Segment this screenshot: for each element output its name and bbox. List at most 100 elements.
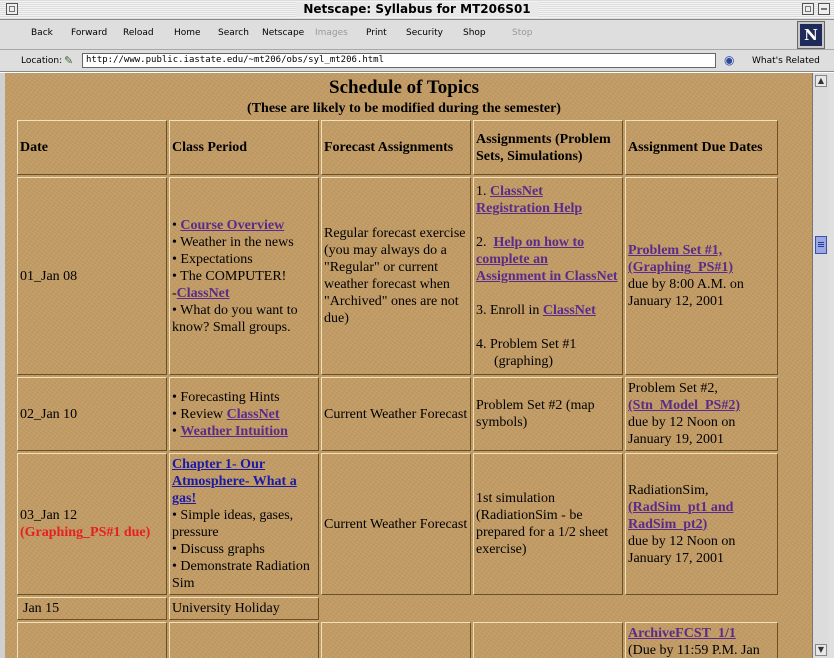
forward-button[interactable]: Forward	[71, 28, 107, 38]
row4-class-period: University Holiday	[169, 597, 319, 620]
reload-button[interactable]: Reload	[123, 28, 154, 38]
scroll-up-arrow-icon[interactable]: ▲	[815, 75, 827, 87]
row5-due: ArchiveFCST_1/1 (Due by 11:59 P.M. Jan 1…	[625, 622, 778, 658]
page-heading: Schedule of Topics	[329, 77, 479, 98]
search-button[interactable]: Search	[218, 28, 249, 38]
scroll-thumb[interactable]	[815, 236, 827, 254]
home-button[interactable]: Home	[174, 28, 201, 38]
window-title: Netscape: Syllabus for MT206S01	[295, 2, 539, 17]
row3-date: 03_Jan 12 (Graphing_PS#1 due)	[17, 453, 167, 595]
table-row: 01_Jan 08 • Course Overview • Weather in…	[17, 177, 778, 375]
row2-class-period: • Forecasting Hints • Review ClassNet • …	[169, 377, 319, 451]
row3-item-simple-ideas: Simple ideas, gases, pressure	[172, 508, 294, 540]
location-bar: Location: ✎ http://www.public.iastate.ed…	[0, 50, 834, 72]
row1-item-weather-news: Weather in the news	[180, 234, 294, 250]
row1-due: Problem Set #1, (Graphing_PS#1) due by 8…	[625, 177, 778, 375]
assignment-help-link[interactable]: Help on how to complete an Assignment in…	[476, 235, 618, 284]
netscape-button[interactable]: Netscape	[262, 28, 304, 38]
row1-item-expectations: Expectations	[180, 251, 253, 267]
row2-review: Review	[180, 406, 224, 422]
scroll-down-arrow-icon[interactable]: ▼	[815, 644, 827, 656]
row4-date: Jan 15	[17, 597, 167, 620]
close-box[interactable]	[6, 3, 18, 15]
row2-date: 02_Jan 10	[17, 377, 167, 451]
row2-assignments: Problem Set #2 (map symbols)	[473, 377, 623, 451]
chapter-1-link[interactable]: Chapter 1- Our Atmosphere- What a gas!	[172, 457, 297, 506]
zoom-box[interactable]	[802, 3, 814, 15]
classnet-registration-link[interactable]: ClassNet Registration Help	[476, 184, 582, 216]
row2-due: Problem Set #2, (Stn_Model_PS#2) due by …	[625, 377, 778, 451]
row1-due-text: due by 8:00 A.M. on January 12, 2001	[628, 277, 744, 309]
weather-intuition-link[interactable]: Weather Intuition	[180, 424, 287, 439]
navigation-toolbar: Back Forward Reload Home Search Netscape…	[0, 20, 834, 50]
table-row: ArchiveFCST_1/1 (Due by 11:59 P.M. Jan 1…	[17, 622, 778, 658]
problem-set-1-link[interactable]: Problem Set #1, (Graphing_PS#1)	[628, 243, 733, 275]
a2-prefix: 2.	[476, 234, 487, 250]
row2-item-hints: Forecasting Hints	[180, 389, 280, 405]
review-classnet-link[interactable]: ClassNet	[227, 407, 280, 422]
row1-date: 01_Jan 08	[17, 177, 167, 375]
header-date: Date	[17, 120, 167, 175]
print-button[interactable]: Print	[366, 28, 387, 38]
schedule-table: Date Class Period Forecast Assignments A…	[15, 118, 780, 658]
row5-date	[17, 622, 167, 658]
row1-assignments: 1. ClassNet Registration Help 2. Help on…	[473, 177, 623, 375]
course-overview-link[interactable]: Course Overview	[180, 218, 284, 233]
row4-empty	[625, 597, 778, 620]
back-button[interactable]: Back	[31, 28, 53, 38]
table-row: Jan 15 University Holiday	[17, 597, 778, 620]
window-right-edge	[829, 73, 834, 658]
row3-item-radiation: Demonstrate Radiation Sim	[172, 559, 310, 591]
shop-button[interactable]: Shop	[463, 28, 486, 38]
table-header-row: Date Class Period Forecast Assignments A…	[17, 120, 778, 175]
related-icon[interactable]: ◉	[724, 53, 734, 67]
row3-due-label: RadiationSim,	[628, 482, 709, 498]
row2-due-text: due by 12 Noon on January 19, 2001	[628, 415, 736, 447]
row2-forecast: Current Weather Forecast	[321, 377, 471, 451]
row3-due-text: due by 12 Noon on January 17, 2001	[628, 533, 736, 566]
archive-fcst-link[interactable]: ArchiveFCST_1/1	[628, 626, 736, 641]
row2-due-label: Problem Set #2,	[628, 381, 718, 396]
radsim-link[interactable]: (RadSim_pt1 and RadSim_pt2)	[628, 500, 733, 532]
location-label: Location:	[21, 56, 63, 66]
row1-forecast: Regular forecast exercise (you may alway…	[321, 177, 471, 375]
row1-item-small-groups: What do you want to know? Small groups.	[172, 302, 298, 335]
row3-class-period: Chapter 1- Our Atmosphere- What a gas! •…	[169, 453, 319, 595]
table-row: 03_Jan 12 (Graphing_PS#1 due) Chapter 1-…	[17, 453, 778, 595]
page-content: Schedule of Topics (These are likely to …	[5, 73, 812, 658]
header-due-dates: Assignment Due Dates	[625, 120, 778, 175]
netscape-logo[interactable]: N	[798, 22, 824, 48]
a4-graphing: (graphing)	[494, 353, 554, 369]
row5-assignments	[473, 622, 623, 658]
vertical-scrollbar[interactable]: ▲ ▼	[812, 73, 829, 658]
a4-problem-set: 4. Problem Set #1	[476, 336, 577, 352]
header-class-period: Class Period	[169, 120, 319, 175]
row3-due-note: (Graphing_PS#1 due)	[20, 525, 151, 540]
row4-empty	[321, 597, 471, 620]
header-forecast: Forecast Assignments	[321, 120, 471, 175]
header-assignments: Assignments (Problem Sets, Simulations)	[473, 120, 623, 175]
collapse-box[interactable]	[818, 3, 830, 15]
classnet-link[interactable]: ClassNet	[177, 286, 230, 301]
enroll-classnet-link[interactable]: ClassNet	[543, 303, 596, 318]
row3-item-graphs: Discuss graphs	[180, 542, 265, 557]
title-bar: Netscape: Syllabus for MT206S01	[0, 0, 834, 20]
page-proxy-icon[interactable]: ✎	[64, 54, 73, 67]
page-subheading: (These are likely to be modified during …	[247, 101, 561, 116]
url-field[interactable]: http://www.public.iastate.edu/~mt206/obs…	[82, 53, 716, 68]
table-row: 02_Jan 10 • Forecasting Hints • Review C…	[17, 377, 778, 451]
stn-model-link[interactable]: (Stn_Model_PS#2)	[628, 398, 740, 413]
images-button[interactable]: Images	[315, 28, 348, 38]
whats-related-button[interactable]: What's Related	[752, 56, 820, 66]
stop-button[interactable]: Stop	[512, 28, 532, 38]
row3-assignments: 1st simulation (RadiationSim - be prepar…	[473, 453, 623, 595]
row3-due: RadiationSim, (RadSim_pt1 and RadSim_pt2…	[625, 453, 778, 595]
a3-prefix: 3. Enroll in	[476, 302, 540, 318]
a1-prefix: 1.	[476, 183, 487, 199]
row1-item-computer: The COMPUTER!	[180, 268, 287, 284]
row3-forecast: Current Weather Forecast	[321, 453, 471, 595]
security-button[interactable]: Security	[406, 28, 443, 38]
row5-class-period	[169, 622, 319, 658]
row3-date-text: 03_Jan 12	[20, 508, 78, 523]
row1-class-period: • Course Overview • Weather in the news …	[169, 177, 319, 375]
